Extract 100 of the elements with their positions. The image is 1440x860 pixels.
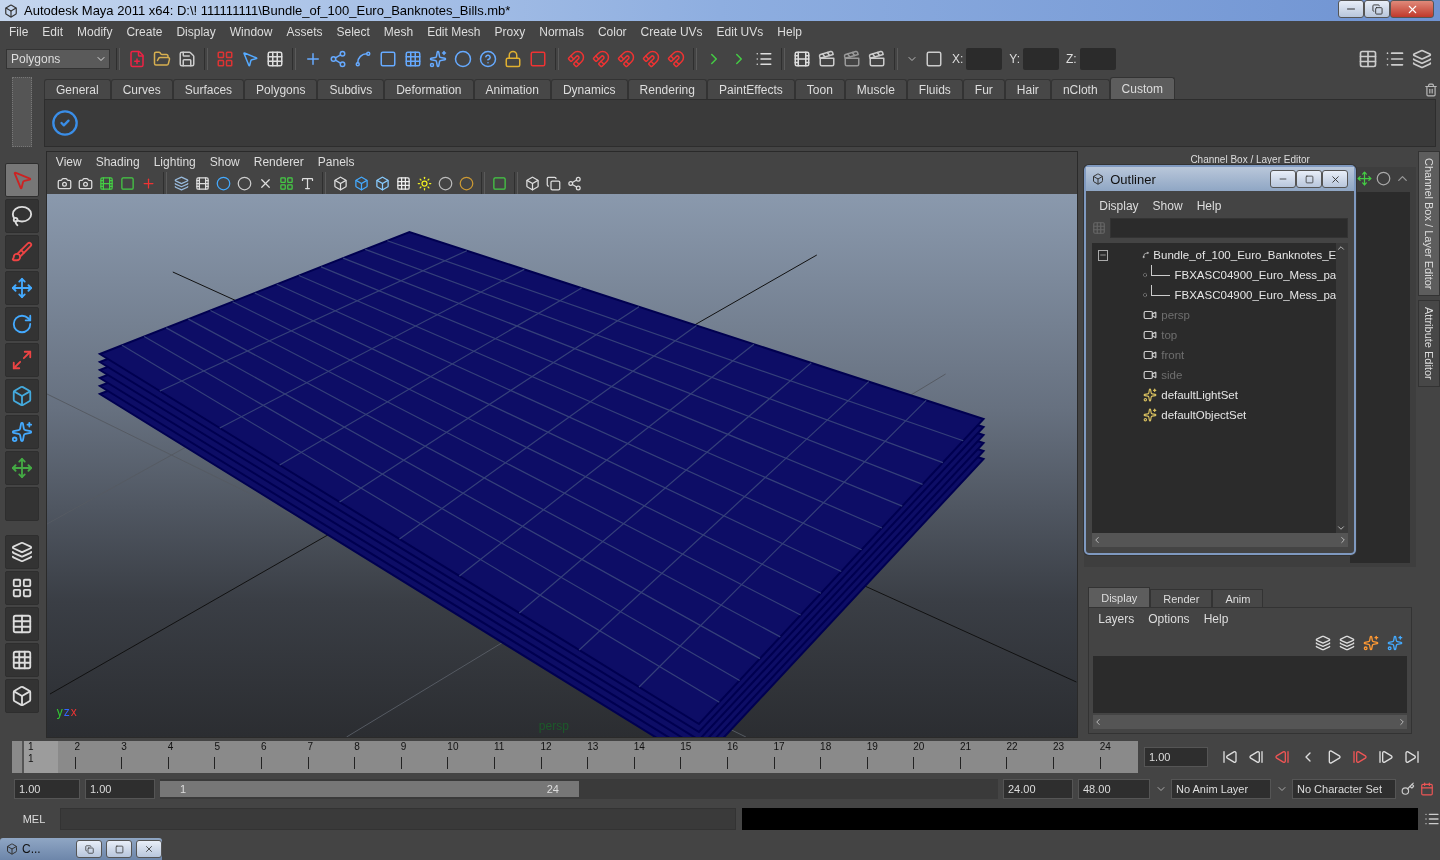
outliner-item[interactable]: FBXASC04900_Euro_Mess_pa bbox=[1092, 285, 1337, 305]
panel-menu-item[interactable]: Show bbox=[202, 155, 247, 169]
outliner-item[interactable]: defaultObjectSet bbox=[1092, 405, 1337, 425]
menu-item[interactable]: Mesh bbox=[376, 25, 421, 39]
lasso-tool-icon[interactable] bbox=[10, 205, 33, 227]
manipulator-tool-icon[interactable] bbox=[10, 385, 33, 407]
menu-item[interactable]: Window bbox=[222, 25, 280, 39]
layer-tab[interactable]: Display bbox=[1088, 587, 1151, 607]
share-icon[interactable] bbox=[566, 175, 582, 191]
shelf-tab[interactable]: Hair bbox=[1004, 79, 1051, 99]
persp-layout-icon[interactable] bbox=[10, 685, 33, 707]
coordinate-field[interactable] bbox=[1023, 48, 1060, 70]
app-logo-icon[interactable] bbox=[4, 3, 18, 18]
soft-mod-tool-icon[interactable] bbox=[10, 421, 33, 443]
shelf-tab[interactable]: Surfaces bbox=[172, 79, 245, 99]
panel-menu-item[interactable]: Renderer bbox=[246, 155, 311, 169]
safe-title-icon[interactable] bbox=[299, 175, 315, 191]
anim-layer-dropdown[interactable]: No Anim Layer bbox=[1171, 779, 1271, 799]
close-button[interactable] bbox=[136, 840, 162, 858]
bookmark-icon[interactable] bbox=[98, 175, 114, 191]
shelf-tab[interactable]: PaintEffects bbox=[706, 79, 795, 99]
wireframe-icon[interactable] bbox=[332, 175, 348, 191]
shelf-tab[interactable]: nCloth bbox=[1050, 79, 1110, 99]
new-layer-selected-icon[interactable] bbox=[1387, 635, 1404, 651]
menu-item[interactable]: Layers bbox=[1091, 612, 1142, 626]
checkmark-icon[interactable] bbox=[51, 109, 79, 137]
panel-menu-item[interactable]: Panels bbox=[310, 155, 362, 169]
script-editor-icon[interactable] bbox=[1424, 811, 1440, 827]
camera-icon[interactable] bbox=[1143, 368, 1158, 382]
menu-item[interactable]: Edit Mesh bbox=[420, 25, 488, 39]
step-back-key-icon[interactable] bbox=[1274, 749, 1290, 765]
menu-item[interactable]: Edit bbox=[35, 25, 71, 39]
set-icon[interactable] bbox=[1143, 408, 1158, 422]
panel-menu-item[interactable]: Shading bbox=[88, 155, 147, 169]
single-view-icon[interactable] bbox=[10, 541, 33, 563]
end-time-field[interactable]: 48.00 bbox=[1078, 779, 1150, 799]
shelf-tab[interactable]: Muscle bbox=[844, 79, 907, 99]
close-button[interactable] bbox=[1390, 0, 1434, 18]
scrollbar[interactable] bbox=[1093, 715, 1408, 729]
clapperboard-icon[interactable] bbox=[843, 50, 861, 68]
menu-item[interactable]: Assets bbox=[279, 25, 330, 39]
menu-item[interactable]: Color bbox=[590, 25, 634, 39]
rotate-tool-icon[interactable] bbox=[10, 313, 33, 335]
menu-item[interactable]: Create bbox=[119, 25, 170, 39]
menu-item[interactable]: Options bbox=[1141, 612, 1197, 626]
time-slider[interactable]: 1 1 2 3 4 5 6 7 8 9 10 11 12 13 14 15 16 17 18 19 20 21 22 23 24 bbox=[12, 741, 1138, 773]
shelf-tab[interactable]: Custom bbox=[1109, 77, 1175, 99]
smooth-shade-icon[interactable] bbox=[353, 175, 369, 191]
maximize-button[interactable] bbox=[1296, 170, 1323, 188]
menu-item[interactable]: File bbox=[2, 25, 36, 39]
attribute-editor-icon[interactable] bbox=[1358, 49, 1378, 69]
paint-tool-icon[interactable] bbox=[10, 241, 33, 263]
collapse-toggle[interactable] bbox=[1098, 249, 1109, 261]
shelf-tab[interactable]: Animation bbox=[473, 79, 551, 99]
trash-icon[interactable] bbox=[1424, 83, 1438, 97]
close-button[interactable] bbox=[1322, 170, 1349, 188]
panel-menu-item[interactable]: View bbox=[48, 155, 89, 169]
shelf-tab[interactable]: Rendering bbox=[627, 79, 707, 99]
menu-item[interactable]: Proxy bbox=[487, 25, 533, 39]
current-frame-marker[interactable] bbox=[22, 741, 58, 773]
playback-start-field[interactable]: 1.00 bbox=[85, 779, 155, 799]
side-tab[interactable]: Attribute Editor bbox=[1418, 300, 1440, 388]
image-plane-icon[interactable] bbox=[119, 175, 135, 191]
maximize-button[interactable] bbox=[106, 840, 132, 858]
layer-tab[interactable]: Render bbox=[1150, 589, 1213, 607]
four-view-icon[interactable] bbox=[10, 577, 33, 599]
tool-settings-icon[interactable] bbox=[1385, 49, 1405, 69]
key-icon[interactable] bbox=[1401, 782, 1415, 796]
search-field[interactable] bbox=[1110, 218, 1349, 238]
menu-item[interactable]: Normals bbox=[532, 25, 591, 39]
play-icon[interactable] bbox=[1326, 749, 1342, 765]
step-forward-icon[interactable] bbox=[1378, 749, 1394, 765]
mode-dropdown[interactable]: Polygons bbox=[6, 49, 110, 69]
shelf-tab[interactable]: Deformation bbox=[384, 79, 474, 99]
clapperboard-icon[interactable] bbox=[868, 50, 886, 68]
app-logo-icon[interactable] bbox=[6, 843, 18, 855]
shelf-tab[interactable]: General bbox=[44, 79, 111, 99]
transform-input-icon[interactable] bbox=[925, 50, 943, 68]
step-back-icon[interactable] bbox=[1248, 749, 1264, 765]
shelf-tab[interactable]: Polygons bbox=[244, 79, 318, 99]
outliner-layout-icon[interactable] bbox=[10, 613, 33, 635]
minimize-button[interactable] bbox=[1338, 0, 1364, 18]
safe-action-icon[interactable] bbox=[278, 175, 294, 191]
help-icon[interactable] bbox=[479, 50, 497, 68]
menu-item[interactable]: Display bbox=[169, 25, 223, 39]
last-tool-icon[interactable] bbox=[10, 457, 33, 479]
outliner-item[interactable]: defaultLightSet bbox=[1092, 385, 1337, 405]
render-view-icon[interactable] bbox=[793, 50, 811, 68]
select-component-icon[interactable] bbox=[266, 50, 284, 68]
shelf-tab[interactable]: Curves bbox=[110, 79, 173, 99]
coordinate-field[interactable] bbox=[966, 48, 1003, 70]
menu-item[interactable]: Display bbox=[1092, 199, 1146, 213]
shelf-tab[interactable]: Dynamics bbox=[550, 79, 628, 99]
coordinate-field[interactable] bbox=[1079, 48, 1116, 70]
layer-up-icon[interactable] bbox=[1315, 635, 1332, 651]
deformation-mask-icon[interactable] bbox=[404, 50, 422, 68]
shelf-tab[interactable]: Subdivs bbox=[317, 79, 385, 99]
current-time-field[interactable]: 1.00 bbox=[1144, 747, 1208, 767]
step-forward-key-icon[interactable] bbox=[1352, 749, 1368, 765]
minimize-button[interactable] bbox=[1270, 170, 1297, 188]
